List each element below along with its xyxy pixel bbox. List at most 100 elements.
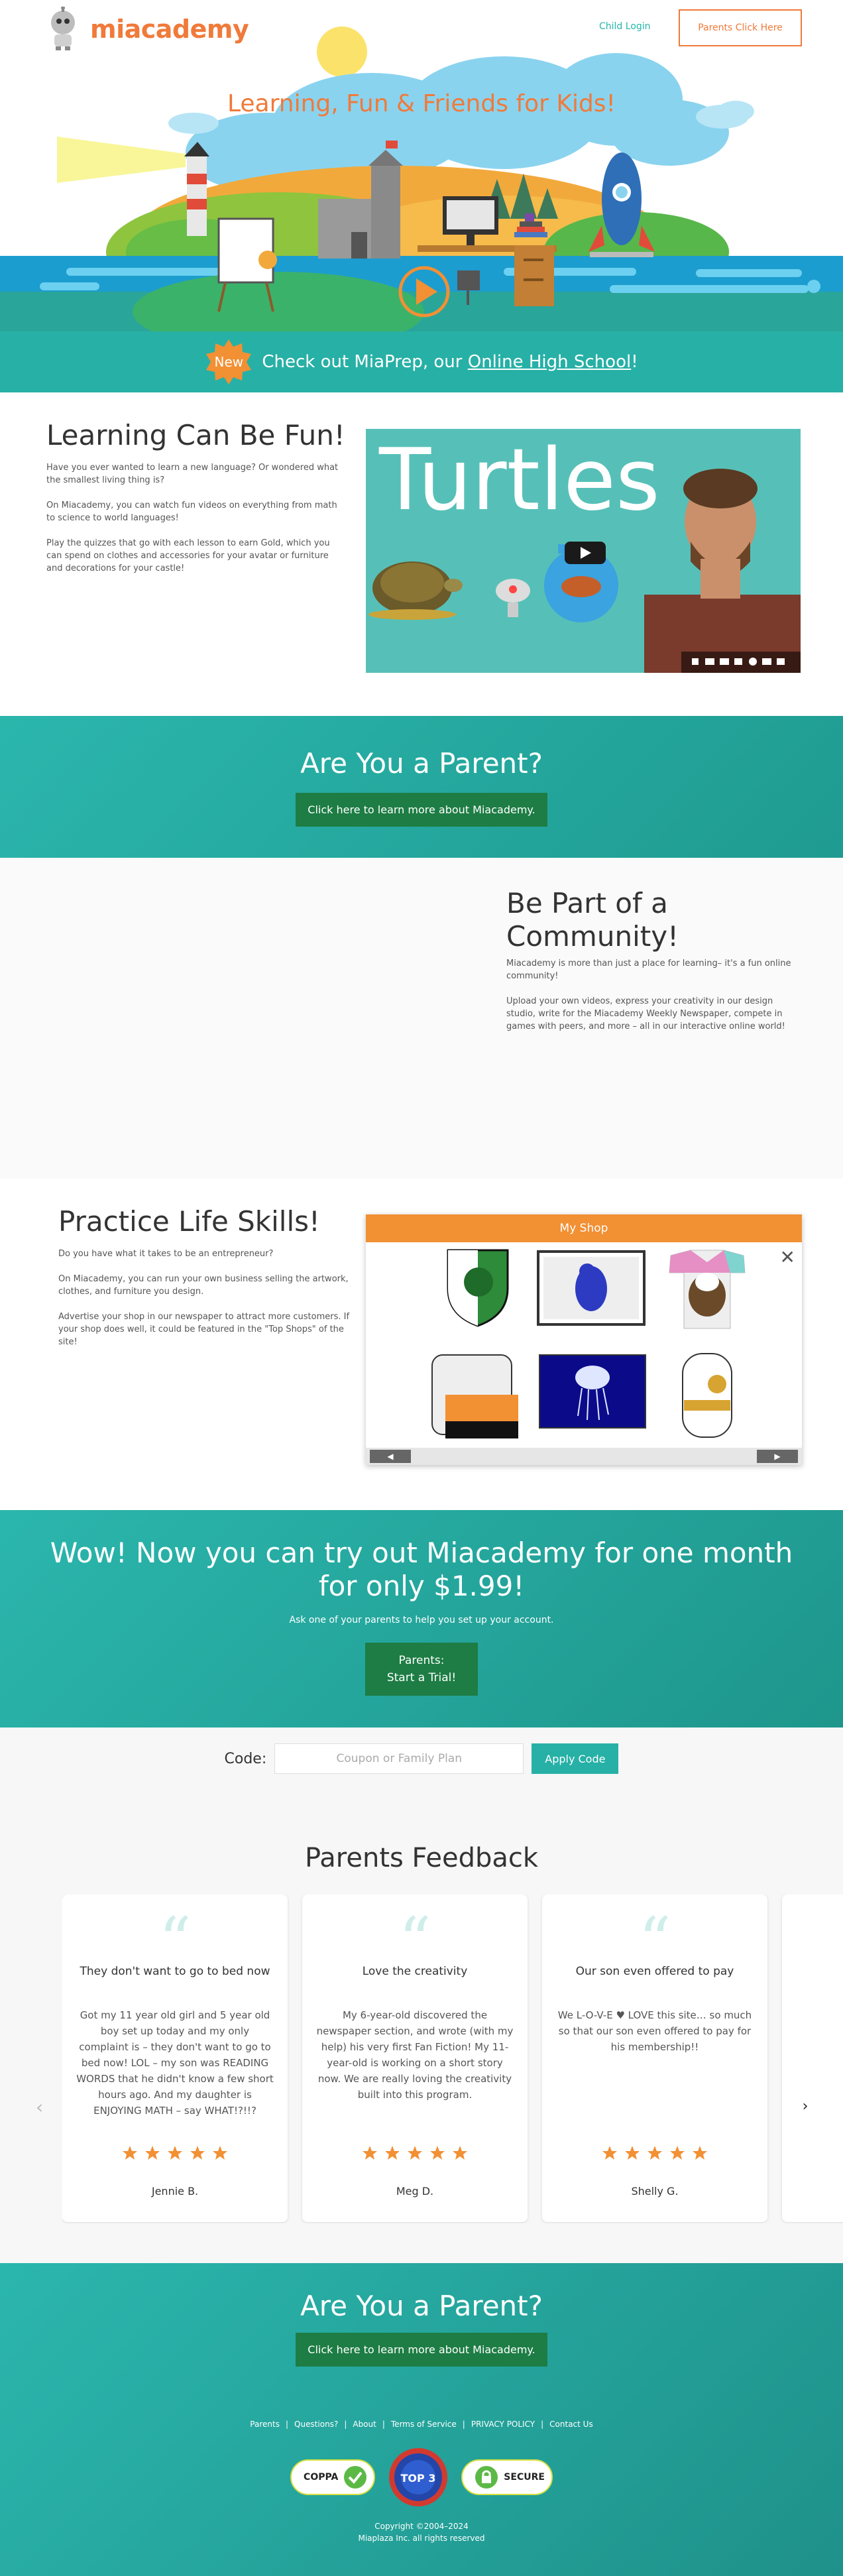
star-icon bbox=[363, 2146, 377, 2160]
new-badge-label: New bbox=[214, 354, 244, 370]
feedback-card-name: Meg D. bbox=[396, 2185, 434, 2197]
star-icon bbox=[693, 2146, 707, 2160]
star-icon bbox=[168, 2146, 182, 2160]
learning-paragraph: On Miacademy, you can watch fun videos o… bbox=[46, 500, 337, 523]
skills-title: Practice Life Skills! bbox=[58, 1205, 320, 1238]
footer-link-privacy[interactable]: PRIVACY POLICY bbox=[471, 2420, 535, 2429]
coppa-badge[interactable]: COPPA bbox=[290, 2459, 376, 2495]
new-banner: New Check out MiaPrep, our Online High S… bbox=[0, 331, 843, 392]
shop-title: My Shop bbox=[366, 1214, 802, 1242]
community-paragraph: Upload your own videos, express your cre… bbox=[506, 996, 785, 1031]
trial-title: Wow! Now you can try out Miacademy for o… bbox=[50, 1537, 793, 1602]
copyright-line1: Copyright ©2004–2024 bbox=[374, 2522, 469, 2531]
top3-badge[interactable]: TOP 3 bbox=[388, 2447, 448, 2507]
feedback-card: “ They don't want to go to bed now Got m… bbox=[62, 1895, 288, 2222]
skills-paragraph: Do you have what it takes to be an entre… bbox=[58, 1249, 274, 1259]
secure-label: SECURE bbox=[504, 2472, 545, 2483]
checkmark-icon bbox=[344, 2466, 367, 2488]
apply-code-button[interactable]: Apply Code bbox=[532, 1743, 619, 1774]
coppa-label: COPPA bbox=[304, 2472, 339, 2483]
community-title: Be Part of a Community! bbox=[506, 887, 679, 953]
shop-item-robot-cup bbox=[682, 1353, 732, 1438]
top3-label: TOP 3 bbox=[401, 2472, 436, 2485]
skills-paragraph: Advertise your shop in our newspaper to … bbox=[58, 1312, 350, 1347]
footer-links: Parents | Questions? | About | Terms of Ser… bbox=[250, 2420, 592, 2429]
shop-item-peacock-painting bbox=[537, 1250, 646, 1326]
skills-paragraph: On Miacademy, you can run your own busin… bbox=[58, 1274, 349, 1297]
logo-text: miacademy bbox=[90, 15, 249, 44]
learning-paragraph: Play the quizzes that go with each lesso… bbox=[46, 538, 330, 573]
footer-title: Are You a Parent? bbox=[300, 2290, 543, 2322]
hero-title: Learning, Fun & Friends for Kids! bbox=[227, 90, 616, 117]
code-row: Code: Apply Code bbox=[0, 1727, 843, 1790]
new-banner-text-after: ! bbox=[631, 352, 638, 372]
quote-icon: “ bbox=[158, 1904, 192, 1978]
star-icon bbox=[430, 2146, 445, 2160]
logo[interactable]: miacademy bbox=[44, 7, 249, 52]
chevron-right-icon[interactable]: ▶ bbox=[757, 1450, 798, 1463]
chevron-left-icon[interactable]: ‹ bbox=[36, 2096, 43, 2118]
feedback-card: “ Love the creativity My 6-year-old disc… bbox=[302, 1895, 528, 2222]
learning-title: Learning Can Be Fun! bbox=[46, 419, 345, 451]
feedback-card-name: Shelly G. bbox=[631, 2185, 679, 2197]
star-icon bbox=[602, 2146, 617, 2160]
trial-subtitle: Ask one of your parents to help you set … bbox=[289, 1615, 554, 1625]
feedback-title: Parents Feedback bbox=[304, 1843, 539, 1873]
trial-section: Wow! Now you can try out Miacademy for o… bbox=[0, 1510, 843, 1727]
feedback-card-title: Love the creativity bbox=[362, 1965, 468, 1978]
feedback-card-body: We L-O-V-E ♥ LOVE this site… so much so … bbox=[557, 2009, 752, 2053]
online-high-school-link[interactable]: Online High School bbox=[468, 352, 631, 372]
shop-pagination: ◀ ▶ bbox=[366, 1448, 802, 1465]
community-section: Be Part of a Community! Miacademy is mor… bbox=[0, 858, 843, 1179]
feedback-card-body: Got my 11 year old girl and 5 year old b… bbox=[76, 2009, 274, 2117]
chevron-right-icon[interactable]: › bbox=[790, 2091, 820, 2121]
copyright-line2: Miaplaza Inc. all rights reserved bbox=[358, 2534, 485, 2543]
footer-link-terms[interactable]: Terms of Service bbox=[391, 2420, 457, 2429]
star-icon bbox=[625, 2146, 640, 2160]
coupon-code-input[interactable] bbox=[274, 1743, 524, 1774]
separator: | bbox=[382, 2420, 385, 2429]
start-trial-button[interactable]: Parents: Start a Trial! bbox=[365, 1643, 478, 1696]
separator: | bbox=[344, 2420, 347, 2429]
parents-click-here-button[interactable]: Parents Click Here bbox=[679, 9, 802, 46]
shop-window: My Shop ✕ ◀ ▶ bbox=[366, 1214, 802, 1465]
learn-more-button[interactable]: Click here to learn more about Miacademy… bbox=[296, 793, 547, 827]
footer-link-contact[interactable]: Contact Us bbox=[549, 2420, 593, 2429]
learning-section: Learning Can Be Fun! Have you ever wante… bbox=[0, 392, 843, 716]
start-trial-line2: Start a Trial! bbox=[386, 1671, 457, 1684]
video-player[interactable]: Turtles bbox=[366, 429, 801, 673]
new-badge: New bbox=[205, 338, 253, 386]
star-icon bbox=[145, 2146, 160, 2160]
footer-link-about[interactable]: About bbox=[353, 2420, 376, 2429]
footer-link-parents[interactable]: Parents bbox=[250, 2420, 280, 2429]
child-login-link[interactable]: Child Login bbox=[599, 21, 651, 32]
learning-copy: Have you ever wanted to learn a new lang… bbox=[46, 461, 345, 587]
parent-band: Are You a Parent? Click here to learn mo… bbox=[0, 716, 843, 858]
community-copy: Miacademy is more than just a place for … bbox=[506, 957, 801, 1045]
quote-icon: “ bbox=[398, 1904, 431, 1978]
star-icon bbox=[453, 2146, 467, 2160]
chevron-left-icon[interactable]: ◀ bbox=[370, 1450, 411, 1463]
quote-icon: “ bbox=[638, 1904, 671, 1978]
star-rating bbox=[62, 2145, 288, 2161]
shop-item-jellyfish-painting bbox=[539, 1354, 646, 1429]
feedback-card-body: My 6-year-old discovered the newspaper s… bbox=[316, 2009, 514, 2101]
feedback-card-title: They don't want to go to bed now bbox=[80, 1965, 270, 1978]
star-icon bbox=[190, 2146, 205, 2160]
star-rating bbox=[302, 2145, 528, 2161]
learning-paragraph: Have you ever wanted to learn a new lang… bbox=[46, 463, 339, 485]
copyright: Copyright ©2004–2024 Miaplaza Inc. all r… bbox=[358, 2520, 484, 2544]
separator: | bbox=[285, 2420, 289, 2429]
footer-learn-more-button[interactable]: Click here to learn more about Miacademy… bbox=[296, 2333, 547, 2367]
code-label: Code: bbox=[224, 1750, 267, 1767]
shop-item-chair bbox=[431, 1354, 518, 1438]
footer-link-questions[interactable]: Questions? bbox=[294, 2420, 338, 2429]
secure-badge[interactable]: SECURE bbox=[461, 2459, 553, 2495]
separator: | bbox=[462, 2420, 465, 2429]
sun-icon bbox=[317, 27, 367, 77]
skills-copy: Do you have what it takes to be an entre… bbox=[58, 1248, 357, 1361]
new-banner-text: Check out MiaPrep, our Online High Schoo… bbox=[262, 352, 638, 372]
hero: miacademy Child Login Parents Click Here… bbox=[0, 0, 843, 331]
start-trial-line1: Parents: bbox=[398, 1654, 445, 1667]
parent-band-title: Are You a Parent? bbox=[300, 747, 543, 780]
